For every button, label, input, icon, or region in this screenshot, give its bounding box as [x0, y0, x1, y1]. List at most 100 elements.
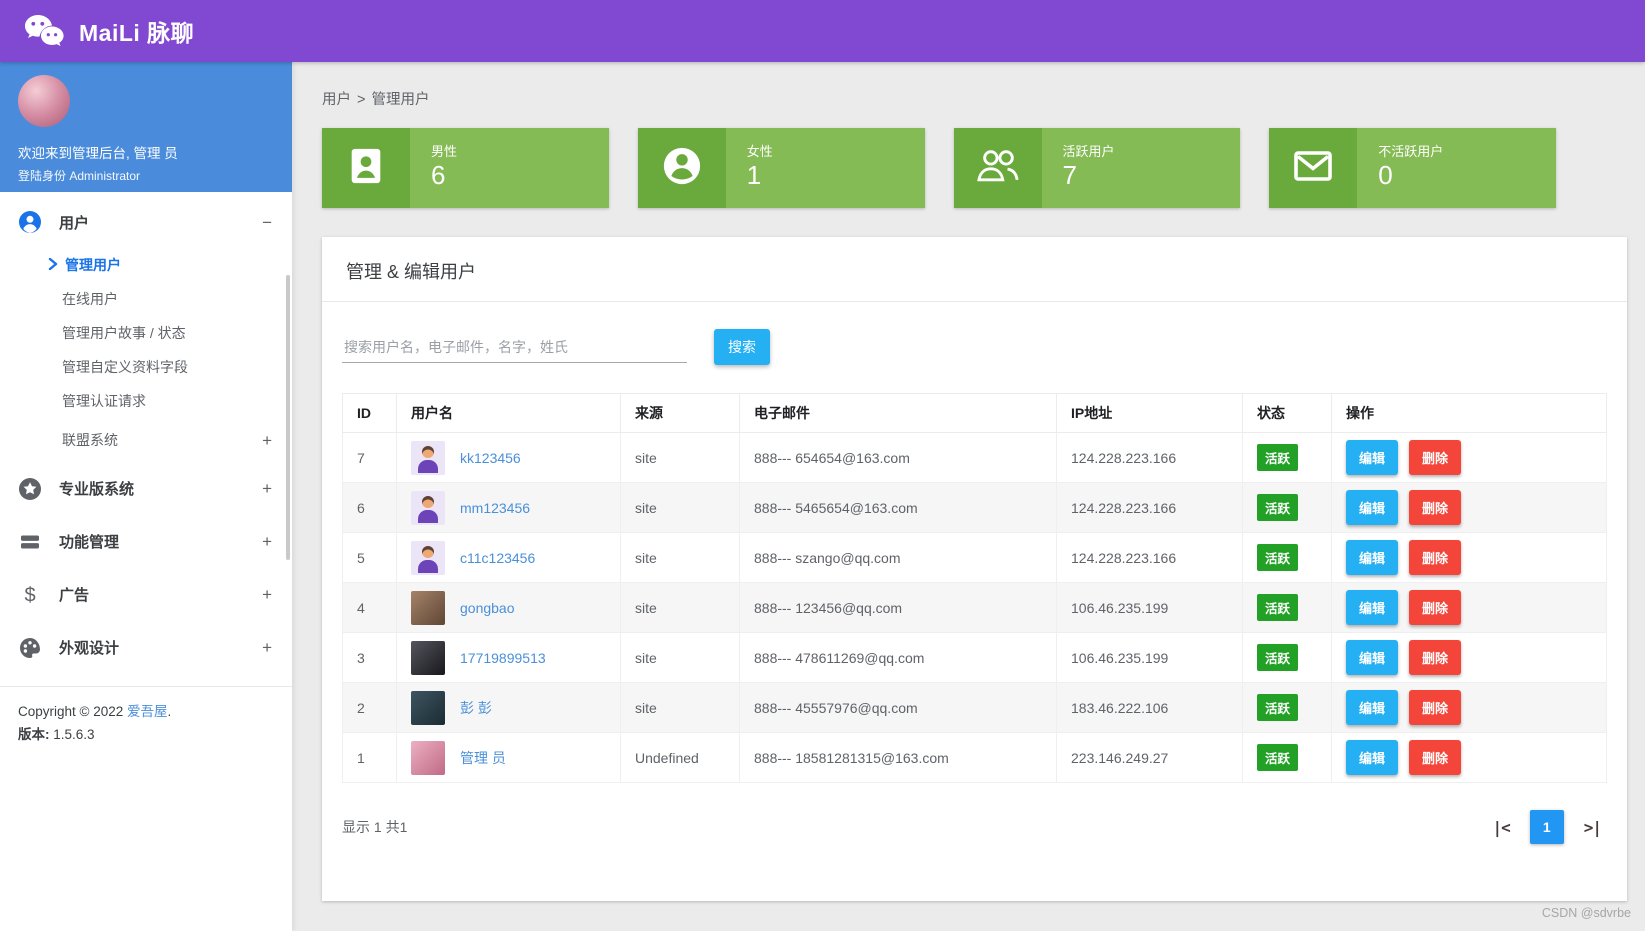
- expand-icon[interactable]: +: [262, 533, 272, 550]
- username-link[interactable]: mm123456: [460, 500, 530, 516]
- search-button[interactable]: 搜索: [714, 329, 770, 365]
- sidebar-subitem-manage-users[interactable]: 管理用户: [0, 248, 292, 282]
- pagination-page-1-button[interactable]: 1: [1529, 810, 1564, 844]
- status-badge: 活跃: [1257, 744, 1299, 771]
- copyright-text: Copyright © 2022: [18, 704, 128, 719]
- cell-actions: 编辑 删除: [1331, 632, 1607, 683]
- cell-actions: 编辑 删除: [1331, 432, 1607, 483]
- edit-button[interactable]: 编辑: [1346, 440, 1399, 475]
- stat-card-female: 女性 1: [637, 128, 925, 208]
- cell-username: 彭 彭: [396, 682, 621, 733]
- sidebar-scrollbar-thumb[interactable]: [286, 275, 290, 560]
- edit-button[interactable]: 编辑: [1346, 540, 1399, 575]
- version-line: 版本: 1.5.6.3: [18, 724, 274, 747]
- breadcrumb: 用户 > 管理用户: [322, 88, 1627, 109]
- sidebar-subitem-verification-requests[interactable]: 管理认证请求: [0, 384, 292, 418]
- delete-button[interactable]: 删除: [1409, 490, 1462, 525]
- stat-card-value: 7: [1062, 160, 1077, 190]
- palette-icon: [18, 636, 42, 660]
- user-cell: kk123456: [411, 440, 606, 475]
- stat-card-label: 活跃用户: [1062, 144, 1115, 159]
- delete-button[interactable]: 删除: [1409, 690, 1462, 725]
- sidebar-item-feature-management[interactable]: 功能管理 +: [0, 515, 292, 568]
- cell-email: 888--- 5465654@163.com: [739, 482, 1057, 533]
- sidebar-subitem-custom-fields[interactable]: 管理自定义资料字段: [0, 350, 292, 384]
- sidebar-item-appearance[interactable]: 外观设计 +: [0, 621, 292, 674]
- female-circle-icon: [661, 145, 703, 192]
- expand-icon[interactable]: +: [262, 639, 272, 656]
- user-avatar: [411, 440, 445, 475]
- expand-icon[interactable]: +: [262, 586, 272, 603]
- edit-button[interactable]: 编辑: [1346, 640, 1399, 675]
- cell-username: gongbao: [396, 582, 621, 633]
- table-row: 4 gongbao site 888--- 123456@qq.com 106.46.2…: [342, 582, 1607, 633]
- edit-button[interactable]: 编辑: [1346, 740, 1399, 775]
- stat-card-body: 女性 1: [725, 128, 925, 208]
- copyright-link[interactable]: 爱吾屋: [127, 704, 168, 719]
- username-link[interactable]: kk123456: [460, 450, 521, 466]
- sidebar-subitem-user-stories[interactable]: 管理用户故事 / 状态: [0, 316, 292, 350]
- sidebar-submenu: 管理用户 在线用户 管理用户故事 / 状态 管理自定义资料字段 管理认证请求 联盟系统 +: [0, 248, 292, 462]
- panel-footer: 显示 1 共1 |< 1 >|: [322, 783, 1627, 844]
- table-row: 3 17719899513 site 888--- 478611269@qq.com 1…: [342, 632, 1607, 683]
- sidebar-item-label: 用户: [59, 214, 90, 232]
- breadcrumb-section[interactable]: 用户: [322, 92, 351, 108]
- stat-card-body: 活跃用户 7: [1041, 128, 1241, 208]
- avatar-head: [422, 545, 434, 558]
- cell-username: c11c123456: [396, 532, 621, 583]
- search-input[interactable]: [342, 331, 687, 363]
- sidebar-subitem-online-users[interactable]: 在线用户: [0, 282, 292, 316]
- delete-button[interactable]: 删除: [1409, 540, 1462, 575]
- cell-source: site: [620, 532, 740, 583]
- stat-card-body: 不活跃用户 0: [1357, 128, 1556, 208]
- username-link[interactable]: 管理 员: [460, 748, 506, 768]
- status-badge: 活跃: [1257, 594, 1299, 621]
- pagination-last-button[interactable]: >|: [1584, 818, 1602, 837]
- sidebar-item-label: 广告: [59, 587, 90, 604]
- pagination-first-button[interactable]: |<: [1492, 818, 1510, 837]
- sidebar-nav: 用户 − 管理用户 在线用户 管理用户故事 / 状态 管理自定义资料字段 管理认证请求 联盟系…: [0, 192, 292, 674]
- delete-button[interactable]: 删除: [1409, 640, 1462, 675]
- sidebar-item-pro-system[interactable]: 专业版系统 +: [0, 462, 292, 515]
- edit-button[interactable]: 编辑: [1346, 690, 1399, 725]
- stat-card-iconbox: [1269, 128, 1358, 208]
- delete-button[interactable]: 删除: [1409, 740, 1462, 775]
- expand-icon[interactable]: +: [262, 432, 272, 449]
- username-link[interactable]: 彭 彭: [460, 698, 492, 718]
- expand-icon[interactable]: +: [262, 480, 272, 497]
- cell-status: 活跃: [1242, 632, 1332, 683]
- edit-button[interactable]: 编辑: [1346, 590, 1399, 625]
- status-badge: 活跃: [1257, 644, 1299, 671]
- edit-button[interactable]: 编辑: [1346, 490, 1399, 525]
- copyright-line: Copyright © 2022 爱吾屋.: [18, 701, 274, 724]
- breadcrumb-separator: >: [357, 92, 366, 108]
- cell-id: 2: [342, 682, 397, 733]
- delete-button[interactable]: 删除: [1409, 590, 1462, 625]
- cell-ip: 223.146.249.27: [1056, 732, 1243, 783]
- column-header: 状态: [1242, 393, 1332, 433]
- profile-section: 欢迎来到管理后台, 管理 员 登陆身份 Administrator: [0, 62, 292, 192]
- sidebar-item-users[interactable]: 用户 −: [0, 196, 292, 248]
- cell-id: 1: [342, 732, 397, 783]
- username-link[interactable]: gongbao: [460, 600, 515, 616]
- cell-email: 888--- 654654@163.com: [739, 432, 1057, 483]
- sidebar-item-ads[interactable]: $ 广告 +: [0, 568, 292, 621]
- sidebar-subitem-affiliate-system[interactable]: 联盟系统 +: [0, 418, 292, 462]
- table-row: 2 彭 彭 site 888--- 45557976@qq.com 183.46.222…: [342, 682, 1607, 733]
- star-icon: [18, 477, 42, 501]
- username-link[interactable]: c11c123456: [460, 550, 535, 566]
- search-row: 搜索: [322, 302, 1627, 365]
- profile-avatar: [18, 75, 70, 127]
- collapse-icon[interactable]: −: [262, 214, 272, 231]
- stat-card-label: 男性: [431, 144, 458, 159]
- avatar-body: [418, 459, 438, 473]
- welcome-text: 欢迎来到管理后台, 管理 员: [18, 146, 178, 161]
- table-row: 7 kk123456 site 888--- 654654@163.com 124.22…: [342, 432, 1607, 483]
- username-link[interactable]: 17719899513: [460, 650, 546, 666]
- male-badge-icon: [345, 145, 387, 192]
- delete-button[interactable]: 删除: [1409, 440, 1462, 475]
- stat-card-iconbox: [637, 128, 726, 208]
- watermark: CSDN @sdvrbe: [1541, 906, 1631, 920]
- user-cell: 彭 彭: [411, 690, 606, 725]
- stat-card-iconbox: [953, 128, 1042, 208]
